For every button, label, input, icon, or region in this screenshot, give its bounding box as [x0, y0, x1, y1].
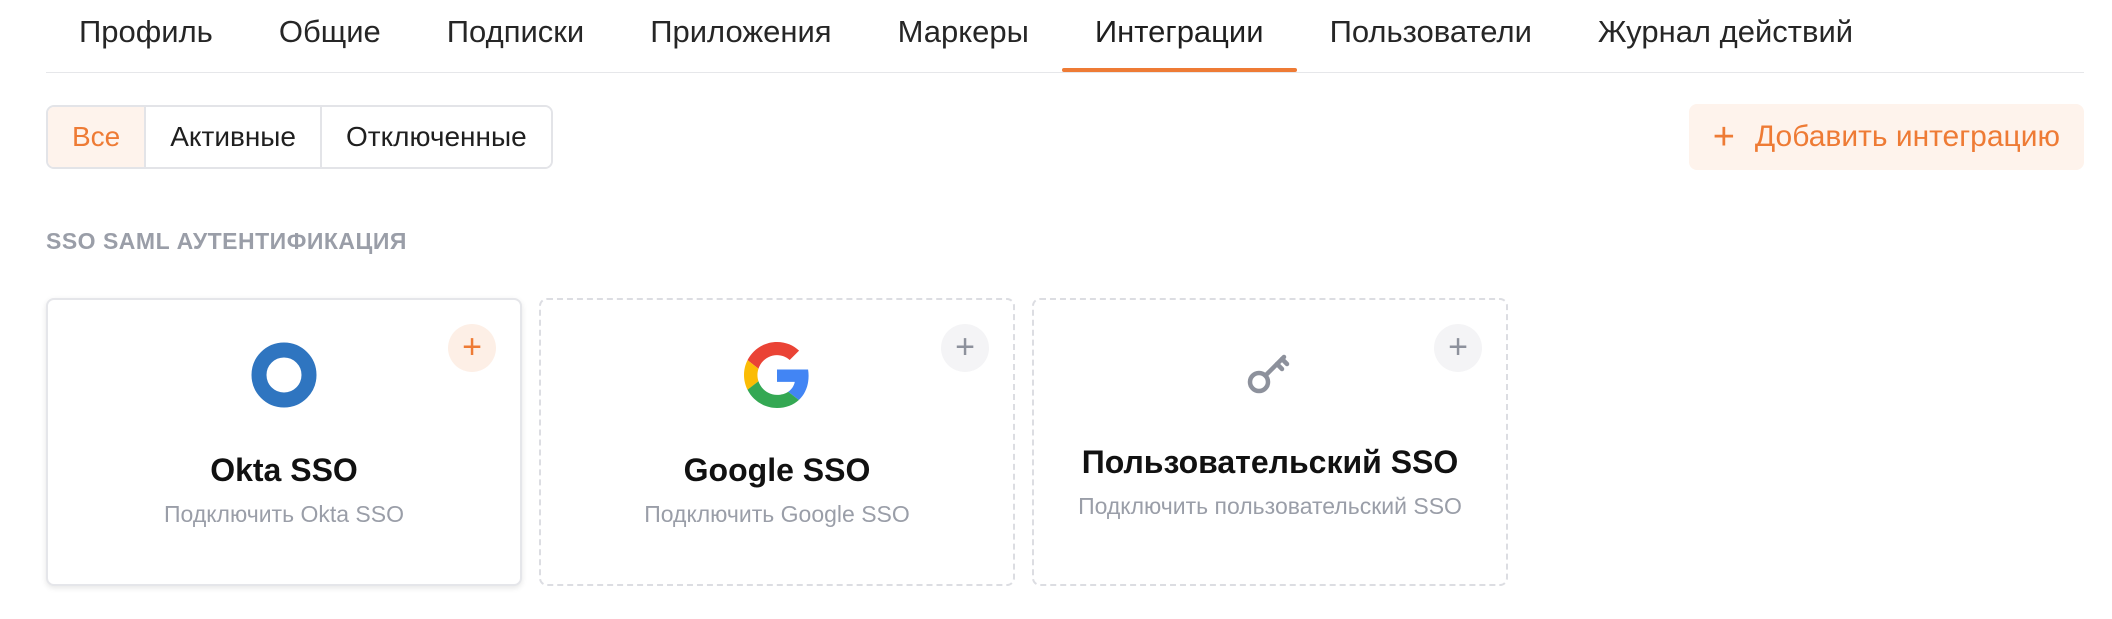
custom-sso-card[interactable]: + Пользовательский SSO Подключить пользо… — [1032, 298, 1508, 586]
add-custom-sso-button[interactable]: + — [1434, 324, 1482, 372]
tab-activity-log[interactable]: Журнал действий — [1565, 0, 1886, 70]
card-title: Google SSO — [683, 452, 871, 488]
filter-active-button[interactable]: Активные — [146, 107, 322, 167]
card-title: Okta SSO — [210, 452, 358, 488]
key-icon — [1247, 354, 1290, 394]
google-logo-icon — [744, 342, 809, 408]
card-description: Подключить пользовательский SSO — [1078, 493, 1462, 519]
card-title: Пользовательский SSO — [1081, 444, 1459, 480]
okta-sso-card[interactable]: + Okta SSO Подключить Okta SSO — [46, 298, 522, 586]
tab-general[interactable]: Общие — [246, 0, 414, 70]
tab-subscriptions[interactable]: Подписки — [414, 0, 617, 70]
tab-applications[interactable]: Приложения — [617, 0, 864, 70]
settings-tabs: Профиль Общие Подписки Приложения Маркер… — [46, 0, 2084, 73]
tab-integrations[interactable]: Интеграции — [1061, 0, 1297, 72]
tab-users[interactable]: Пользователи — [1297, 0, 1565, 70]
status-filter: Все Активные Отключенные — [46, 105, 553, 169]
filter-disabled-button[interactable]: Отключенные — [322, 107, 551, 167]
card-description: Подключить Okta SSO — [164, 501, 404, 527]
add-integration-label: Добавить интеграцию — [1754, 120, 2060, 153]
tab-profile[interactable]: Профиль — [46, 0, 246, 70]
okta-logo-icon — [251, 342, 317, 408]
tab-markers[interactable]: Маркеры — [865, 0, 1062, 70]
filter-all-button[interactable]: Все — [48, 107, 147, 167]
plus-icon: + — [1712, 116, 1735, 158]
add-integration-button[interactable]: + Добавить интеграцию — [1688, 104, 2084, 170]
google-sso-card[interactable]: + Google SSO Подключить Google SSO — [539, 298, 1015, 586]
section-title: SSO SAML АУТЕНТИФИКАЦИЯ — [46, 228, 407, 254]
card-description: Подключить Google SSO — [644, 501, 910, 527]
add-google-button[interactable]: + — [941, 324, 989, 372]
add-okta-button[interactable]: + — [448, 324, 496, 372]
